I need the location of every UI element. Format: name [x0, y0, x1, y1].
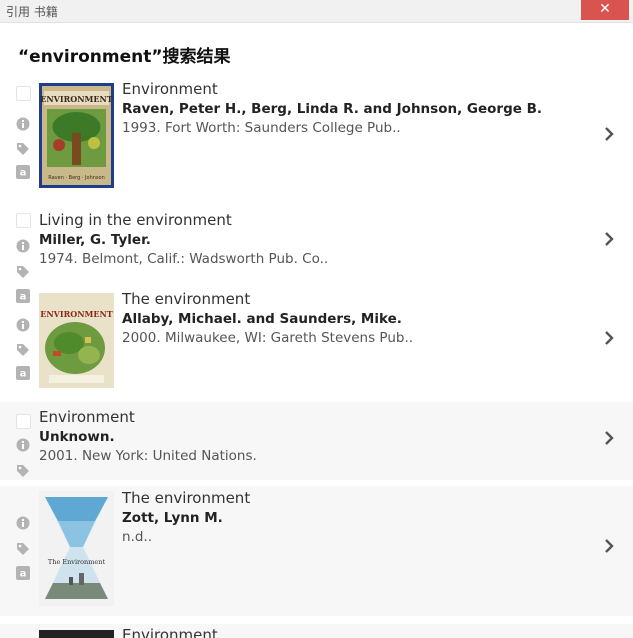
book-title: The environment — [122, 290, 251, 308]
list-item[interactable]: Environment — [0, 624, 633, 638]
cover-author-text: Raven · Berg · Johnson — [48, 175, 105, 181]
book-cover-image: ENVIRONMENT — [39, 293, 114, 388]
book-publication: 2001. New York: United Nations. — [39, 448, 257, 464]
book-publication: 1974. Belmont, Calif.: Wadsworth Pub. Co… — [39, 251, 329, 267]
book-authors: Zott, Lynn M. — [122, 510, 223, 526]
amazon-icon[interactable]: a — [16, 566, 30, 580]
book-authors: Miller, G. Tyler. — [39, 232, 151, 248]
close-button[interactable]: ✕ — [581, 0, 629, 20]
select-checkbox[interactable] — [16, 86, 31, 101]
tag-icon[interactable] — [16, 542, 30, 556]
book-title: Living in the environment — [39, 211, 232, 229]
title-bar: 引用 书籍 ✕ — [0, 0, 633, 23]
cover-title-text: ENVIRONMENT — [40, 309, 113, 319]
tag-icon[interactable] — [16, 142, 30, 156]
book-publication: 2000. Milwaukee, WI: Gareth Stevens Pub.… — [122, 330, 414, 346]
tag-icon[interactable] — [16, 265, 30, 279]
book-cover-image: ENVIRONMENT Raven · Berg · Johnson — [39, 83, 114, 188]
page-title: “environment”搜索结果 — [18, 47, 231, 67]
chevron-right-icon[interactable] — [603, 538, 615, 554]
book-authors: Allaby, Michael. and Saunders, Mike. — [122, 311, 402, 327]
list-item[interactable]: a Living in the environment Miller, G. T… — [0, 205, 633, 303]
select-checkbox[interactable] — [16, 213, 31, 228]
cover-title-text: The Environment — [48, 558, 106, 566]
tag-icon[interactable] — [16, 343, 30, 357]
chevron-right-icon[interactable] — [603, 330, 615, 346]
amazon-icon[interactable]: a — [16, 366, 30, 380]
close-icon: ✕ — [599, 1, 611, 17]
window-title: 引用 书籍 — [6, 5, 58, 19]
list-item[interactable]: a The Environment The environment Zott, … — [0, 486, 633, 616]
svg-text:a: a — [20, 168, 27, 179]
amazon-icon[interactable]: a — [16, 165, 30, 179]
chevron-right-icon[interactable] — [603, 231, 615, 247]
book-title: Environment — [39, 408, 135, 426]
book-cover-image: The Environment — [39, 491, 114, 606]
book-cover-image — [39, 630, 114, 638]
svg-text:a: a — [20, 569, 27, 580]
svg-text:a: a — [20, 369, 27, 380]
info-icon[interactable] — [16, 516, 30, 530]
select-checkbox[interactable] — [16, 414, 31, 429]
info-icon[interactable] — [16, 239, 30, 253]
book-publication: n.d.. — [122, 529, 152, 545]
list-item[interactable]: a Environment Unknown. 2001. New York: U… — [0, 402, 633, 502]
book-publication: 1993. Fort Worth: Saunders College Pub.. — [122, 120, 401, 136]
book-authors: Raven, Peter H., Berg, Linda R. and John… — [122, 101, 543, 117]
info-icon[interactable] — [16, 117, 30, 131]
tag-icon[interactable] — [16, 464, 30, 478]
info-icon[interactable] — [16, 438, 30, 452]
cover-title-text: ENVIRONMENT — [40, 94, 113, 104]
book-title: The environment — [122, 489, 251, 507]
book-title: Environment — [122, 80, 218, 98]
list-item[interactable]: a ENVIRONMENT The environment Allaby, Mi… — [0, 288, 633, 392]
list-item[interactable]: a ENVIRONMENT Raven · Berg · Johnson Env… — [0, 78, 633, 194]
book-title: Environment — [122, 626, 218, 638]
info-icon[interactable] — [16, 318, 30, 332]
book-authors: Unknown. — [39, 429, 115, 445]
chevron-right-icon[interactable] — [603, 126, 615, 142]
chevron-right-icon[interactable] — [603, 430, 615, 446]
